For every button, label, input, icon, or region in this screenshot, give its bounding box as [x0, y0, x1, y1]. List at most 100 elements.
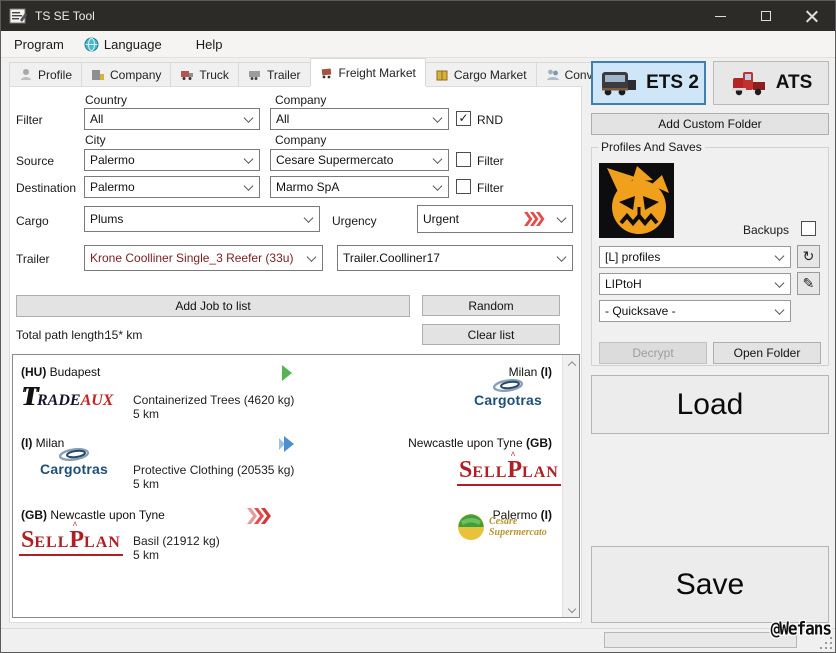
- profile-avatar: [599, 163, 674, 238]
- total-path-value: 15* km: [105, 328, 142, 342]
- ets2-truck-icon: [598, 68, 638, 98]
- status-progress-bar: [604, 632, 797, 648]
- save-slot-combo[interactable]: - Quicksave -: [599, 300, 791, 322]
- add-job-button[interactable]: Add Job to list: [16, 295, 410, 317]
- cargotras-logo: Cargotras: [31, 448, 117, 479]
- tab-freight-market[interactable]: Freight Market: [310, 58, 426, 86]
- close-button[interactable]: [789, 1, 835, 31]
- freight-market-page: Country Company Filter All All RND City …: [9, 86, 582, 623]
- ets2-button[interactable]: ETS 2: [591, 61, 706, 105]
- source-label: Source: [16, 154, 54, 168]
- chevron-down-icon: [775, 305, 785, 315]
- job-list: (HU) Budapest Milan (I) TTRADEAUX Contai…: [12, 354, 580, 618]
- source-company-combo[interactable]: Cesare Supermercato: [270, 149, 449, 171]
- tab-cargo-market[interactable]: Cargo Market: [425, 62, 537, 86]
- tradeaux-logo: TTRADEAUX: [21, 381, 113, 412]
- load-button[interactable]: Load: [591, 375, 829, 434]
- destination-company-combo[interactable]: Marmo SpA: [270, 176, 449, 198]
- destination-filter-checkbox[interactable]: [456, 179, 471, 194]
- scroll-up-icon: [567, 361, 575, 369]
- edit-button[interactable]: ✎: [797, 272, 820, 295]
- destination-city-combo[interactable]: Palermo: [84, 176, 260, 198]
- source-filter-checkbox[interactable]: [456, 152, 471, 167]
- rnd-label: RND: [477, 113, 503, 127]
- chevron-down-icon: [433, 181, 443, 191]
- app-window: TS SE Tool Program Language Help Profile…: [0, 0, 836, 653]
- trailer-icon: [248, 68, 262, 81]
- filter-country-combo[interactable]: All: [84, 108, 260, 130]
- total-path-label: Total path length:: [16, 328, 107, 342]
- cesare-globe-icon: [457, 513, 485, 541]
- profile-name-combo[interactable]: LIPtoH: [599, 273, 791, 295]
- urgent-chevrons-icon: [524, 212, 546, 226]
- urgency-combo[interactable]: Urgent: [417, 205, 573, 233]
- destination-label: Destination: [16, 181, 76, 195]
- source-filter-label: Filter: [477, 154, 504, 168]
- menu-language[interactable]: Language: [74, 31, 172, 57]
- cesare-supermercato-logo: CesareSupermercato: [457, 513, 547, 541]
- filter-company-combo[interactable]: All: [270, 108, 449, 130]
- decrypt-button: Decrypt: [599, 342, 707, 364]
- cargo-market-icon: [435, 68, 449, 81]
- freight-market-icon: [320, 66, 334, 79]
- menu-help[interactable]: Help: [186, 31, 233, 57]
- trailer-model-combo[interactable]: Krone Coolliner Single_3 Reefer (33u): [84, 245, 323, 271]
- ats-button[interactable]: ATS: [713, 61, 829, 105]
- backups-checkbox[interactable]: [801, 221, 816, 236]
- tab-company[interactable]: Company: [81, 62, 171, 86]
- refresh-icon: ↻: [803, 248, 815, 265]
- ats-truck-icon: [730, 68, 768, 98]
- chevron-down-icon: [775, 278, 785, 288]
- open-folder-button[interactable]: Open Folder: [713, 342, 821, 364]
- tab-profile[interactable]: Profile: [9, 62, 82, 86]
- scroll-down-icon: [567, 604, 575, 612]
- status-bar: [1, 628, 835, 652]
- add-custom-folder-button[interactable]: Add Custom Folder: [591, 113, 829, 135]
- tab-truck[interactable]: Truck: [170, 62, 239, 86]
- minimize-button[interactable]: [697, 1, 743, 31]
- backups-label: Backups: [743, 223, 789, 237]
- filter-label: Filter: [16, 113, 43, 127]
- refresh-button[interactable]: ↻: [797, 245, 820, 268]
- tab-trailer[interactable]: Trailer: [238, 62, 311, 86]
- job-list-scrollbar[interactable]: [562, 355, 579, 617]
- scroll-down-button[interactable]: [563, 600, 580, 617]
- profiles-combo[interactable]: [L] profiles: [599, 246, 791, 268]
- menu-program[interactable]: Program: [1, 31, 74, 57]
- minimize-icon: [715, 16, 726, 17]
- chevron-down-icon: [304, 213, 314, 223]
- paperclip-icon: [57, 448, 91, 461]
- maximize-button[interactable]: [743, 1, 789, 31]
- chevron-down-icon: [433, 113, 443, 123]
- cargo-combo[interactable]: Plums: [84, 206, 320, 232]
- watermark: @Wefans: [771, 618, 831, 639]
- tab-strip: Profile Company Truck Trailer Freight Ma…: [9, 60, 645, 86]
- header-company2: Company: [275, 133, 326, 147]
- random-button[interactable]: Random: [422, 295, 560, 316]
- rnd-checkbox[interactable]: [456, 111, 471, 126]
- sellplan-logo: SELL^PLAN: [457, 457, 561, 486]
- close-icon: [806, 10, 818, 22]
- scroll-up-button[interactable]: [563, 355, 580, 372]
- globe-icon: [84, 37, 99, 52]
- trailer-id-combo[interactable]: Trailer.Coolliner17: [337, 245, 573, 271]
- arrow-red-triple-icon: [247, 508, 271, 529]
- chevron-down-icon: [557, 213, 567, 223]
- title-bar: TS SE Tool: [1, 1, 835, 31]
- chevron-down-icon: [557, 252, 567, 262]
- truck-icon: [180, 68, 194, 81]
- destination-filter-label: Filter: [477, 181, 504, 195]
- arrow-green-icon: [281, 365, 293, 386]
- header-city: City: [85, 133, 106, 147]
- chevron-down-icon: [433, 154, 443, 164]
- header-company: Company: [275, 93, 326, 107]
- paperclip-icon: [491, 379, 525, 392]
- source-city-combo[interactable]: Palermo: [84, 149, 260, 171]
- cargotras-logo: Cargotras: [465, 379, 551, 410]
- sellplan-logo: SELL^PLAN: [19, 527, 123, 556]
- clear-list-button[interactable]: Clear list: [422, 324, 560, 345]
- cargo-label: Cargo: [16, 214, 49, 228]
- save-button[interactable]: Save: [591, 546, 829, 623]
- menu-bar: Program Language Help: [1, 31, 835, 58]
- app-icon: [9, 8, 27, 24]
